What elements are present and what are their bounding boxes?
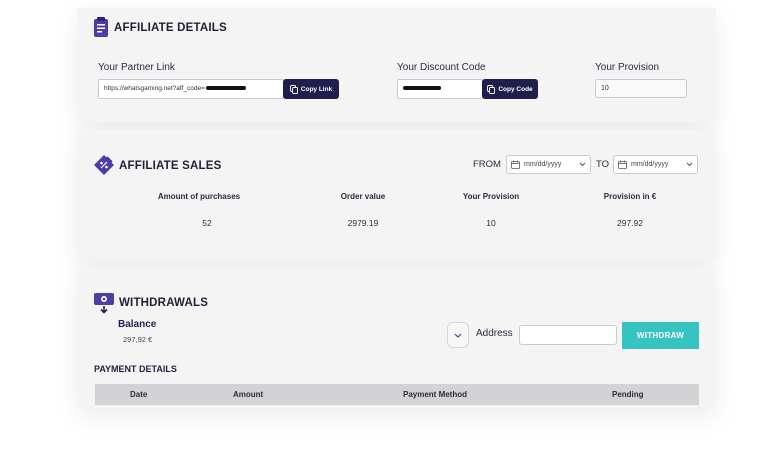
copy-code-label: Copy Code [498, 85, 533, 93]
partner-link-value: https://whatsgaming.net?aff_code= [104, 85, 205, 92]
col-provision-in-euro: Provision in € [603, 192, 657, 201]
payment-table-header: Date Amount Payment Method Pending [95, 384, 699, 405]
affiliate-details-title: AFFILIATE DETAILS [114, 22, 227, 34]
cash-withdraw-icon [93, 292, 115, 319]
withdraw-button[interactable]: WITHDRAW [622, 322, 699, 349]
provision-input[interactable]: 10 [595, 79, 687, 98]
discount-tag-icon [93, 154, 115, 181]
affiliate-details-panel: AFFILIATE DETAILS Your Partner Link http… [77, 8, 716, 122]
date-to-input[interactable]: mm/dd/yyyy [613, 155, 698, 174]
th-amount: Amount [233, 390, 264, 399]
discount-code-field[interactable] [397, 79, 483, 99]
date-from-input[interactable]: mm/dd/yyyy [506, 155, 591, 174]
copy-link-button[interactable]: Copy Link [283, 79, 339, 99]
col-amount-of-purchases: Amount of purchases [157, 192, 241, 201]
calendar-icon [511, 160, 520, 169]
balance-value: 297,92 € [123, 335, 153, 344]
copy-icon [289, 84, 298, 94]
th-pending: Pending [612, 390, 644, 399]
chevron-down-icon [579, 162, 586, 167]
th-payment-method: Payment Method [403, 390, 468, 399]
discount-code-label: Your Discount Code [397, 62, 486, 73]
partner-link-label: Your Partner Link [98, 62, 175, 73]
address-input[interactable] [519, 325, 617, 345]
payment-details-title: PAYMENT DETAILS [94, 364, 177, 374]
from-label: FROM [473, 159, 501, 170]
col-your-provision: Your Provision [462, 192, 520, 201]
th-date: Date [130, 390, 148, 399]
document-icon [94, 17, 108, 42]
copy-icon [487, 84, 496, 94]
withdrawals-panel: WITHDRAWALS Balance 297,92 € Address WIT… [77, 268, 716, 408]
order-value-value: 2979.19 [347, 218, 379, 228]
balance-label: Balance [118, 319, 157, 330]
date-from-placeholder: mm/dd/yyyy [524, 161, 562, 168]
col-order-value: Order value [340, 192, 386, 201]
provision-in-euro-value: 297.92 [617, 218, 643, 228]
affiliate-sales-panel: AFFILIATE SALES FROM mm/dd/yyyy TO mm/dd… [77, 130, 716, 260]
address-label: Address [476, 328, 513, 339]
copy-link-label: Copy Link [300, 85, 333, 93]
calendar-icon [618, 160, 627, 169]
partner-link-field[interactable]: https://whatsgaming.net?aff_code= [98, 79, 284, 99]
your-provision-value: 10 [486, 218, 496, 228]
to-label: TO [596, 159, 610, 170]
chevron-down-icon [686, 162, 693, 167]
amount-of-purchases-value: 52 [202, 218, 212, 228]
affiliate-sales-title: AFFILIATE SALES [119, 160, 222, 172]
date-to-placeholder: mm/dd/yyyy [631, 161, 669, 168]
redaction-mark [205, 86, 246, 91]
chevron-down-icon [454, 333, 462, 338]
copy-code-button[interactable]: Copy Code [482, 79, 538, 99]
currency-dropdown-button[interactable] [447, 322, 469, 348]
withdrawals-title: WITHDRAWALS [119, 297, 209, 309]
redaction-mark [403, 86, 441, 91]
provision-label: Your Provision [595, 62, 660, 73]
